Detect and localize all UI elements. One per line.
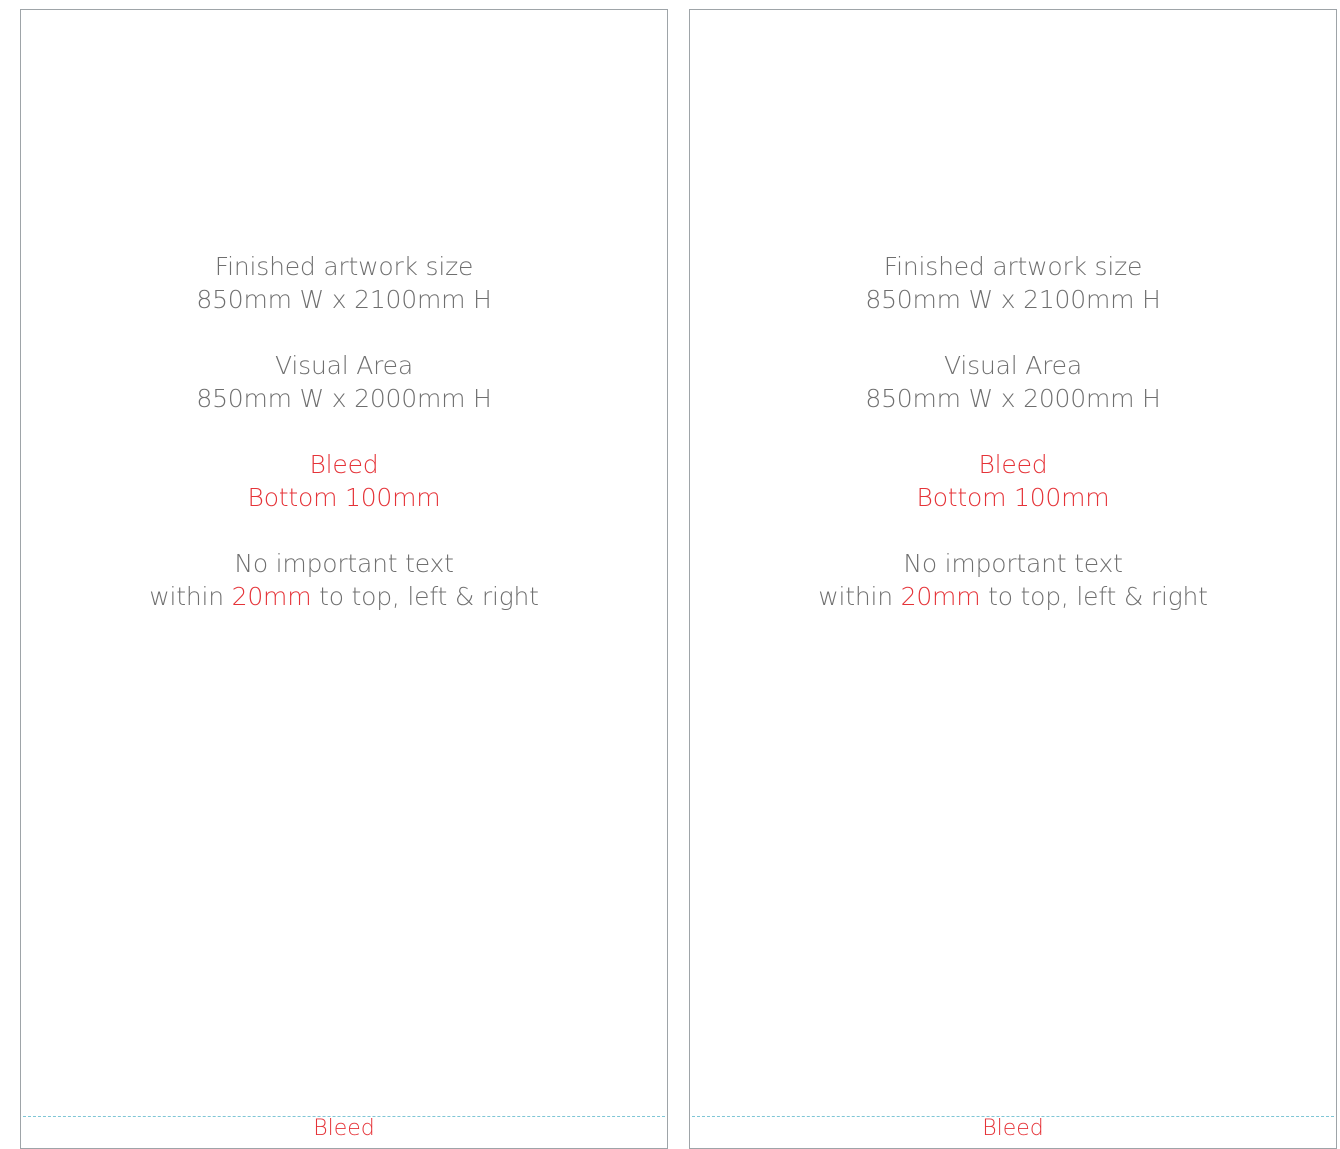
- finished-title: Finished artwork size: [883, 252, 1143, 281]
- finished-title: Finished artwork size: [214, 252, 474, 281]
- artwork-spec-left: Finished artwork size 850mm W x 2100mm H…: [21, 250, 667, 646]
- bleed-title: Bleed: [978, 450, 1048, 479]
- bleed-title: Bleed: [309, 450, 379, 479]
- visual-size: 850mm W x 2000mm H: [196, 384, 492, 413]
- note-within: within: [149, 582, 224, 611]
- safe-zone-note: No important text within 20mm to top, le…: [21, 547, 667, 613]
- visual-title: Visual Area: [944, 351, 1082, 380]
- artwork-panel-right: Finished artwork size 850mm W x 2100mm H…: [689, 9, 1337, 1149]
- visual-area-block: Visual Area 850mm W x 2000mm H: [690, 349, 1336, 415]
- finished-size: 850mm W x 2100mm H: [865, 285, 1161, 314]
- artwork-panel-left: Finished artwork size 850mm W x 2100mm H…: [20, 9, 668, 1149]
- artwork-spec-right: Finished artwork size 850mm W x 2100mm H…: [690, 250, 1336, 646]
- note-rest: to top, left & right: [988, 582, 1208, 611]
- bleed-block: Bleed Bottom 100mm: [21, 448, 667, 514]
- finished-size-block: Finished artwork size 850mm W x 2100mm H: [21, 250, 667, 316]
- note-line-2: within 20mm to top, left & right: [690, 580, 1336, 613]
- visual-size: 850mm W x 2000mm H: [865, 384, 1161, 413]
- safe-zone-note: No important text within 20mm to top, le…: [690, 547, 1336, 613]
- note-line-1: No important text: [234, 549, 454, 578]
- note-rest: to top, left & right: [319, 582, 539, 611]
- visual-title: Visual Area: [275, 351, 413, 380]
- note-line-2: within 20mm to top, left & right: [21, 580, 667, 613]
- bleed-size: Bottom 100mm: [916, 483, 1110, 512]
- finished-size-block: Finished artwork size 850mm W x 2100mm H: [690, 250, 1336, 316]
- note-line-1: No important text: [903, 549, 1123, 578]
- bleed-label: Bleed: [313, 1116, 375, 1141]
- note-margin: 20mm: [231, 582, 312, 611]
- bleed-size: Bottom 100mm: [247, 483, 441, 512]
- bleed-block: Bleed Bottom 100mm: [690, 448, 1336, 514]
- visual-area-block: Visual Area 850mm W x 2000mm H: [21, 349, 667, 415]
- bleed-label: Bleed: [982, 1116, 1044, 1141]
- finished-size: 850mm W x 2100mm H: [196, 285, 492, 314]
- note-within: within: [818, 582, 893, 611]
- note-margin: 20mm: [900, 582, 981, 611]
